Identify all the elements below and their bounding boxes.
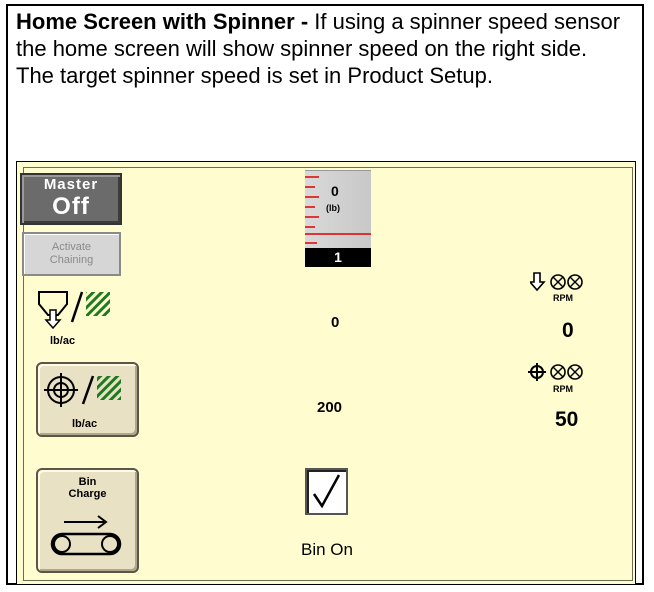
actual-rate-indicator: lb/ac — [36, 288, 136, 347]
spinner-target-unit: RPM — [553, 384, 573, 394]
target-rate-unit: lb/ac — [72, 418, 98, 430]
bin-charge-button[interactable]: Bin Charge — [36, 468, 139, 573]
intro-paragraph: Home Screen with Spinner - If using a sp… — [16, 8, 626, 89]
conveyor-icon — [50, 515, 122, 556]
spinner-target-icon — [528, 363, 583, 381]
actual-rate-unit: lb/ac — [50, 335, 76, 347]
master-off-button[interactable]: Master Off — [20, 173, 122, 225]
target-rate-button[interactable]: lb/ac — [36, 362, 139, 437]
intro-heading: Home Screen with Spinner - — [16, 9, 309, 34]
spinner-actual-value: 0 — [562, 319, 574, 342]
bin-charge-label-1: Bin — [78, 476, 97, 488]
bin-charge-label-2: Charge — [68, 488, 107, 500]
spinner-actual-icon — [530, 272, 583, 292]
gauge-unit: (lb) — [326, 203, 340, 213]
target-rate-value: 200 — [317, 399, 343, 416]
bin-on-label: Bin On — [301, 540, 353, 559]
spinner-actual-unit: RPM — [553, 293, 573, 303]
target-rate-icon — [44, 373, 121, 407]
bin-level-gauge: 0 (lb) 1 — [305, 170, 371, 272]
gauge-bar-value: 1 — [305, 248, 371, 267]
hopper-rate-icon — [38, 291, 110, 330]
activate-chaining-button[interactable]: Activate Chaining — [22, 232, 121, 276]
gauge-scale: 0 (lb) — [305, 170, 371, 249]
master-label: Master — [43, 176, 99, 193]
actual-rate-value: 0 — [331, 314, 340, 331]
chaining-label-1: Activate — [51, 241, 92, 253]
master-state: Off — [52, 193, 90, 220]
chaining-label-2: Chaining — [49, 254, 94, 266]
spinner-target-value: 50 — [555, 408, 579, 431]
bin-charge-label: Bin Charge — [38, 476, 137, 500]
bin-on-checkbox[interactable] — [305, 468, 348, 515]
checkmark-icon — [312, 474, 341, 509]
gauge-value: 0 — [331, 183, 339, 199]
